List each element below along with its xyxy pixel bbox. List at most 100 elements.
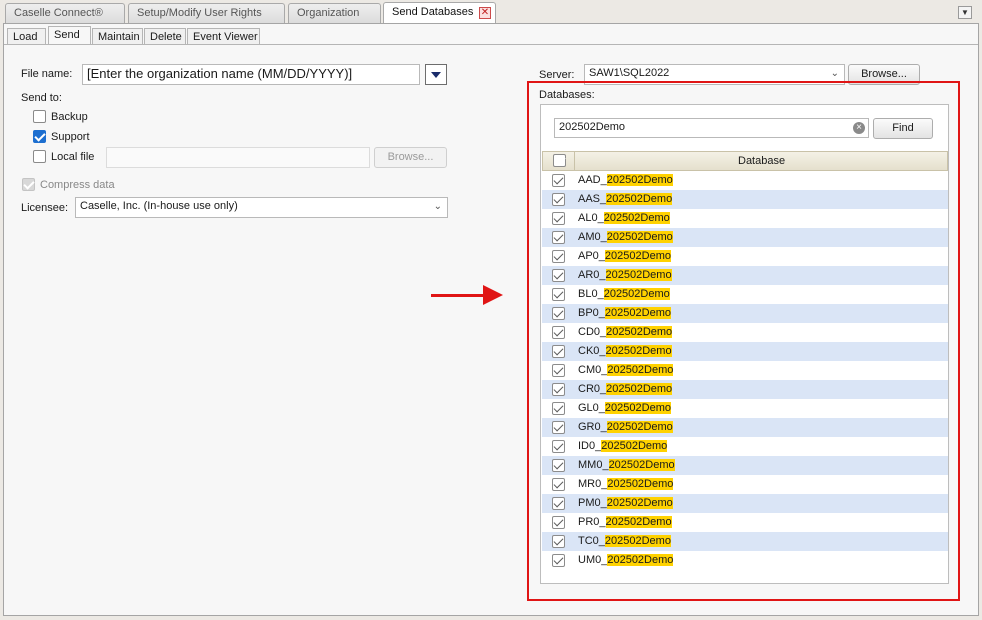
file-name-input[interactable]: [Enter the organization name (MM/DD/YYYY… xyxy=(82,64,420,85)
row-checkbox[interactable] xyxy=(552,497,565,510)
database-prefix: MM0_ xyxy=(578,459,609,471)
tab-send[interactable]: Send xyxy=(48,26,91,45)
table-row[interactable]: PM0_202502Demo xyxy=(542,494,948,513)
tab-maintain[interactable]: Maintain xyxy=(92,28,143,45)
tab-delete[interactable]: Delete xyxy=(144,28,186,45)
row-checkbox[interactable] xyxy=(552,535,565,548)
doc-tab-organization[interactable]: Organization xyxy=(288,3,381,23)
row-checkbox[interactable] xyxy=(552,402,565,415)
row-checkbox[interactable] xyxy=(552,459,565,472)
database-name: CR0_202502Demo xyxy=(578,383,673,395)
database-prefix: BL0_ xyxy=(578,288,604,300)
find-button[interactable]: Find xyxy=(873,118,933,139)
row-checkbox[interactable] xyxy=(552,326,565,339)
row-checkbox[interactable] xyxy=(552,440,565,453)
table-row[interactable]: AAS_202502Demo xyxy=(542,190,948,209)
local-file-path-input[interactable] xyxy=(106,147,370,168)
search-match-highlight: 202502Demo xyxy=(606,497,673,509)
table-row[interactable]: TC0_202502Demo xyxy=(542,532,948,551)
close-icon[interactable]: ✕ xyxy=(479,7,491,19)
support-label: Support xyxy=(51,131,90,143)
row-checkbox[interactable] xyxy=(552,421,565,434)
database-column-header[interactable]: Database xyxy=(738,155,785,167)
chevron-down-icon: ⌄ xyxy=(433,201,442,212)
row-checkbox[interactable] xyxy=(552,193,565,206)
database-prefix: CR0_ xyxy=(578,383,607,395)
doc-tab-caselle-connect[interactable]: Caselle Connect® xyxy=(5,3,125,23)
search-match-highlight: 202502Demo xyxy=(606,193,673,205)
row-checkbox[interactable] xyxy=(552,516,565,529)
row-checkbox[interactable] xyxy=(552,307,565,320)
licensee-value: Caselle, Inc. (In-house use only) xyxy=(80,200,238,212)
compress-data-label: Compress data xyxy=(40,179,115,191)
file-name-dropdown-icon[interactable] xyxy=(425,64,447,85)
table-row[interactable]: AL0_202502Demo xyxy=(542,209,948,228)
table-row[interactable]: AM0_202502Demo xyxy=(542,228,948,247)
table-row[interactable]: PR0_202502Demo xyxy=(542,513,948,532)
select-all-checkbox[interactable] xyxy=(553,154,566,167)
doc-tab-user-rights[interactable]: Setup/Modify User Rights xyxy=(128,3,285,23)
database-name: GR0_202502Demo xyxy=(578,421,673,433)
compress-data-checkbox[interactable] xyxy=(22,178,35,191)
row-checkbox[interactable] xyxy=(552,345,565,358)
backup-label: Backup xyxy=(51,111,88,123)
database-search-input[interactable]: 202502Demo xyxy=(554,118,869,138)
file-name-label: File name: xyxy=(21,68,73,80)
doc-tab-send-databases[interactable]: Send Databases ✕ xyxy=(383,2,496,23)
search-match-highlight: 202502Demo xyxy=(604,402,671,414)
database-prefix: UM0_ xyxy=(578,554,608,566)
local-file-checkbox[interactable] xyxy=(33,150,46,163)
row-checkbox[interactable] xyxy=(552,231,565,244)
database-name: AAD_202502Demo xyxy=(578,174,673,186)
row-checkbox[interactable] xyxy=(552,174,565,187)
database-name: PR0_202502Demo xyxy=(578,516,672,528)
row-checkbox[interactable] xyxy=(552,364,565,377)
database-name: AAS_202502Demo xyxy=(578,193,673,205)
row-checkbox[interactable] xyxy=(552,269,565,282)
row-checkbox[interactable] xyxy=(552,212,565,225)
row-checkbox[interactable] xyxy=(552,554,565,567)
tab-label: Delete xyxy=(150,31,182,43)
table-row[interactable]: AR0_202502Demo xyxy=(542,266,948,285)
search-value: 202502Demo xyxy=(559,121,626,133)
backup-checkbox[interactable] xyxy=(33,110,46,123)
table-row[interactable]: GL0_202502Demo xyxy=(542,399,948,418)
table-row[interactable]: CR0_202502Demo xyxy=(542,380,948,399)
table-row[interactable]: CD0_202502Demo xyxy=(542,323,948,342)
database-prefix: AAD_ xyxy=(578,174,607,186)
table-row[interactable]: MM0_202502Demo xyxy=(542,456,948,475)
table-row[interactable]: ID0_202502Demo xyxy=(542,437,948,456)
licensee-select[interactable]: Caselle, Inc. (In-house use only) ⌄ xyxy=(75,197,448,218)
row-checkbox[interactable] xyxy=(552,288,565,301)
local-file-browse-button[interactable]: Browse... xyxy=(374,147,447,168)
table-row[interactable]: CK0_202502Demo xyxy=(542,342,948,361)
support-checkbox[interactable] xyxy=(33,130,46,143)
row-checkbox[interactable] xyxy=(552,478,565,491)
table-row[interactable]: BP0_202502Demo xyxy=(542,304,948,323)
tab-list-dropdown-icon[interactable]: ▼ xyxy=(958,6,972,19)
table-row[interactable]: CM0_202502Demo xyxy=(542,361,948,380)
doc-tab-label: Caselle Connect® xyxy=(14,7,103,19)
doc-tab-label: Organization xyxy=(297,7,360,19)
table-row[interactable]: MR0_202502Demo xyxy=(542,475,948,494)
tab-load[interactable]: Load xyxy=(7,28,46,45)
tab-event-viewer[interactable]: Event Viewer xyxy=(187,28,260,45)
row-checkbox[interactable] xyxy=(552,250,565,263)
table-row[interactable]: AP0_202502Demo xyxy=(542,247,948,266)
table-row[interactable]: BL0_202502Demo xyxy=(542,285,948,304)
database-prefix: PM0_ xyxy=(578,497,607,509)
table-row[interactable]: AAD_202502Demo xyxy=(542,171,948,190)
database-prefix: TC0_ xyxy=(578,535,605,547)
grid-header: Database xyxy=(542,151,948,171)
database-prefix: CD0_ xyxy=(578,326,607,338)
databases-label: Databases: xyxy=(539,89,595,101)
clear-search-icon[interactable]: × xyxy=(853,122,865,134)
database-prefix: AL0_ xyxy=(578,212,604,224)
row-checkbox[interactable] xyxy=(552,383,565,396)
database-name: ID0_202502Demo xyxy=(578,440,668,452)
table-row[interactable]: GR0_202502Demo xyxy=(542,418,948,437)
database-name: AM0_202502Demo xyxy=(578,231,673,243)
database-prefix: AR0_ xyxy=(578,269,606,281)
database-name: MM0_202502Demo xyxy=(578,459,675,471)
table-row[interactable]: UM0_202502Demo xyxy=(542,551,948,570)
